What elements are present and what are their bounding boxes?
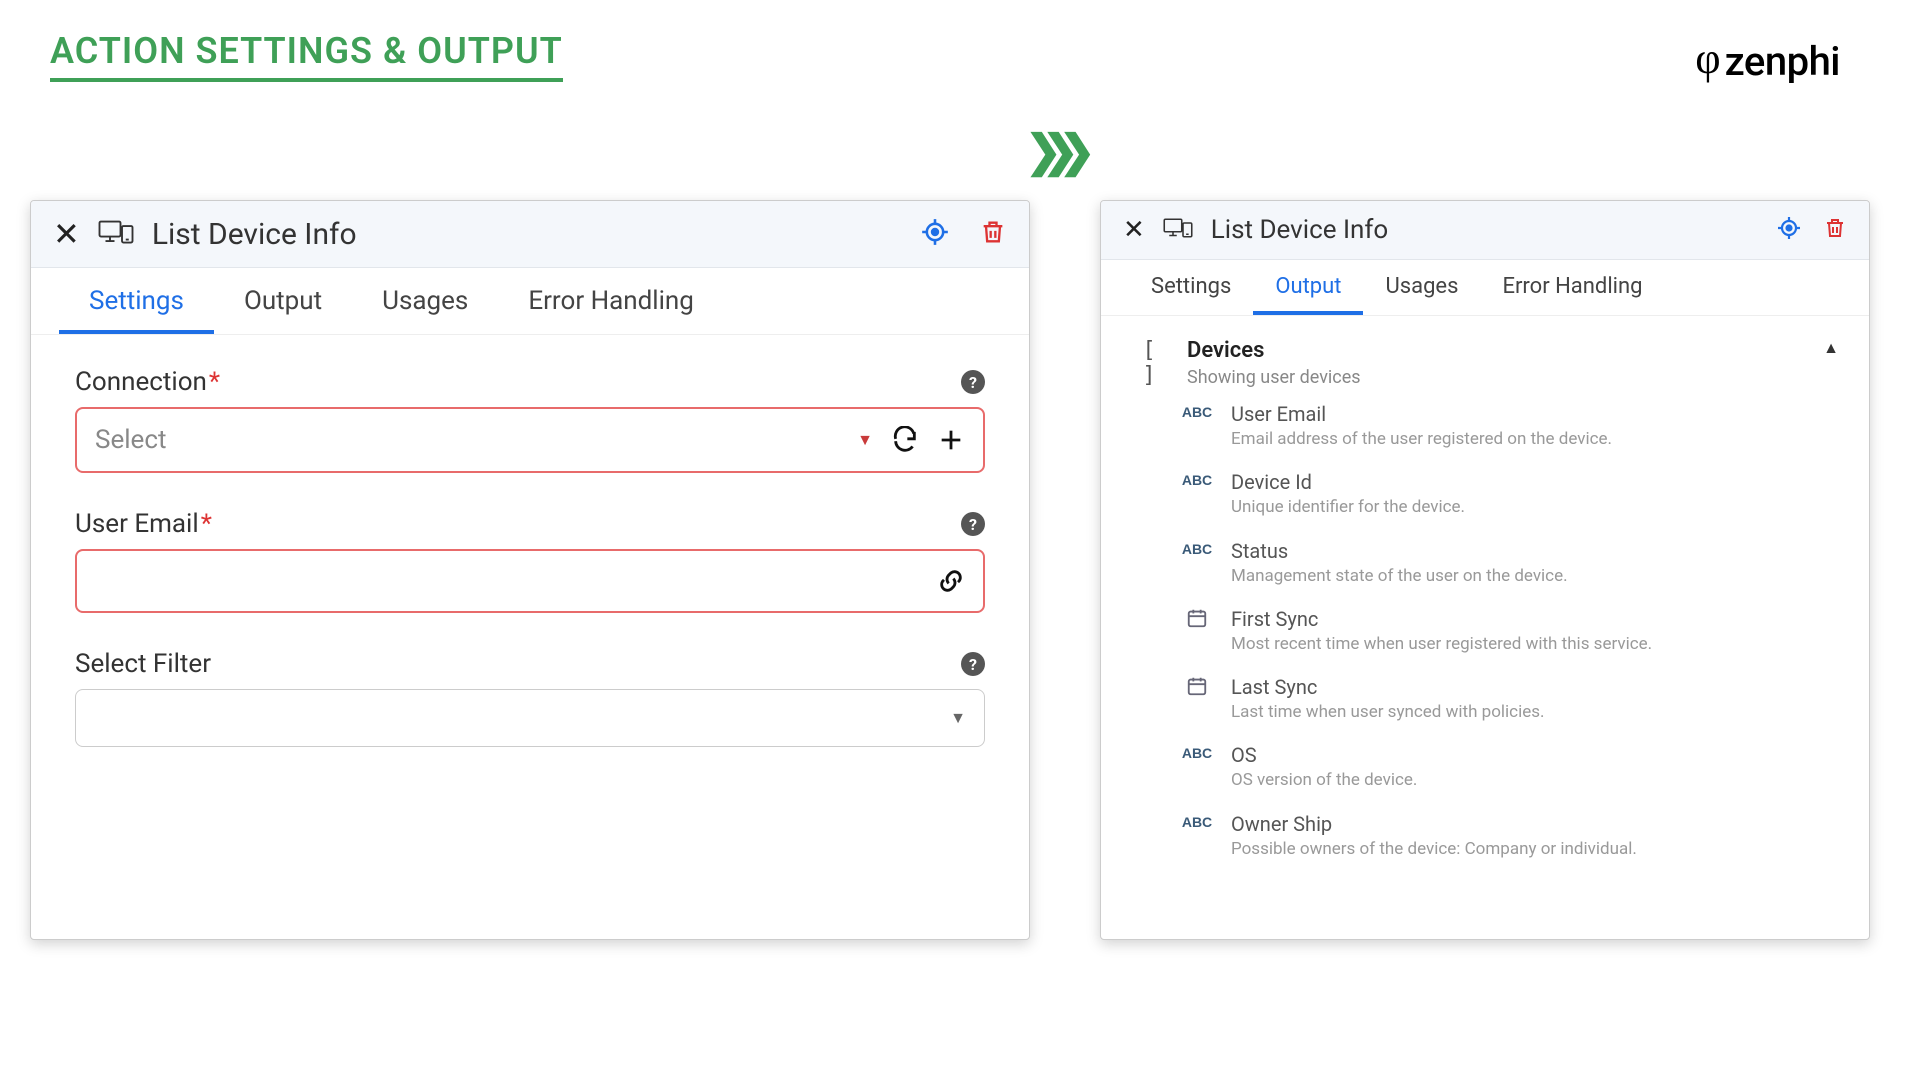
- delete-icon[interactable]: [1823, 216, 1847, 244]
- help-icon[interactable]: ?: [961, 370, 985, 394]
- tab-usages[interactable]: Usages: [352, 268, 498, 334]
- array-type-icon: [ ]: [1131, 338, 1169, 388]
- tab-usages[interactable]: Usages: [1363, 260, 1480, 315]
- output-item[interactable]: ABC User Email Email address of the user r…: [1175, 392, 1845, 460]
- devices-icon: [1163, 216, 1193, 244]
- tab-output[interactable]: Output: [1253, 260, 1363, 315]
- type-text-icon: ABC: [1181, 470, 1213, 488]
- tab-settings[interactable]: Settings: [1129, 260, 1253, 315]
- locate-icon[interactable]: [921, 218, 949, 250]
- brand-symbol: φ: [1695, 46, 1720, 72]
- close-icon[interactable]: ✕: [1123, 215, 1145, 245]
- connection-placeholder: Select: [95, 425, 839, 455]
- chevron-down-icon[interactable]: ▼: [857, 430, 873, 450]
- output-item[interactable]: First Sync Most recent time when user reg…: [1175, 597, 1845, 665]
- arrow-separator-icon: ❯❯❯: [1025, 125, 1076, 177]
- panel-header: ✕ List Device Info: [31, 201, 1029, 268]
- output-section-header[interactable]: [ ] Devices Showing user devices ▲: [1125, 330, 1845, 392]
- output-item-title: User Email: [1231, 402, 1839, 426]
- calendar-icon: [1181, 607, 1213, 633]
- output-section-title: Devices: [1187, 338, 1805, 363]
- delete-icon[interactable]: [979, 218, 1007, 250]
- locate-icon[interactable]: [1777, 216, 1801, 244]
- output-item-title: Status: [1231, 539, 1839, 563]
- output-item-title: First Sync: [1231, 607, 1839, 631]
- link-icon[interactable]: [937, 567, 965, 595]
- panel-header: ✕ List Device Info: [1101, 201, 1869, 260]
- output-item[interactable]: ABC Device Id Unique identifier for the de…: [1175, 460, 1845, 528]
- panel-title: List Device Info: [152, 217, 903, 252]
- settings-panel: ✕ List Device Info: [30, 200, 1030, 940]
- output-item-title: Owner Ship: [1231, 812, 1839, 836]
- select-filter-label: Select Filter: [75, 649, 211, 679]
- user-email-label: User Email*: [75, 509, 212, 539]
- tab-error-handling[interactable]: Error Handling: [1480, 260, 1664, 315]
- tab-output[interactable]: Output: [214, 268, 352, 334]
- output-item[interactable]: ABC Status Management state of the user on…: [1175, 529, 1845, 597]
- output-panel: ✕ List Device Info: [1100, 200, 1870, 940]
- output-item-description: Possible owners of the device: Company o…: [1231, 839, 1839, 860]
- user-email-field: User Email* ?: [75, 509, 985, 613]
- close-icon[interactable]: ✕: [53, 215, 80, 253]
- select-filter-field: Select Filter ? ▼: [75, 649, 985, 747]
- output-item-description: Most recent time when user registered wi…: [1231, 634, 1839, 655]
- brand-name: zenphi: [1725, 38, 1840, 85]
- output-item-description: Management state of the user on the devi…: [1231, 566, 1839, 587]
- type-text-icon: ABC: [1181, 402, 1213, 420]
- tabs: Settings Output Usages Error Handling: [31, 268, 1029, 335]
- calendar-icon: [1181, 675, 1213, 701]
- output-item-title: OS: [1231, 743, 1839, 767]
- tab-settings[interactable]: Settings: [59, 268, 214, 334]
- brand-logo: φ zenphi: [1695, 38, 1840, 85]
- output-item-title: Device Id: [1231, 470, 1839, 494]
- connection-select[interactable]: Select ▼: [75, 407, 985, 473]
- output-item-description: OS version of the device.: [1231, 770, 1839, 791]
- output-item[interactable]: ABC Owner Ship Possible owners of the devi…: [1175, 802, 1845, 870]
- refresh-icon[interactable]: [891, 426, 919, 454]
- tabs: Settings Output Usages Error Handling: [1101, 260, 1869, 316]
- help-icon[interactable]: ?: [961, 512, 985, 536]
- select-filter-input[interactable]: ▼: [75, 689, 985, 747]
- output-item-description: Last time when user synced with policies…: [1231, 702, 1839, 723]
- tab-error-handling[interactable]: Error Handling: [498, 268, 724, 334]
- output-item[interactable]: ABC OS OS version of the device.: [1175, 733, 1845, 801]
- add-icon[interactable]: [937, 426, 965, 454]
- page-title: ACTION SETTINGS & OUTPUT: [50, 30, 563, 82]
- type-text-icon: ABC: [1181, 539, 1213, 557]
- chevron-down-icon[interactable]: ▼: [950, 708, 966, 728]
- output-item-description: Email address of the user registered on …: [1231, 429, 1839, 450]
- type-text-icon: ABC: [1181, 812, 1213, 830]
- connection-field: Connection* ? Select ▼: [75, 367, 985, 473]
- output-item[interactable]: Last Sync Last time when user synced with…: [1175, 665, 1845, 733]
- output-item-description: Unique identifier for the device.: [1231, 497, 1839, 518]
- connection-label: Connection*: [75, 367, 220, 397]
- collapse-icon[interactable]: ▲: [1823, 338, 1839, 358]
- type-text-icon: ABC: [1181, 743, 1213, 761]
- output-section-subtitle: Showing user devices: [1187, 367, 1805, 388]
- panel-title: List Device Info: [1211, 215, 1759, 245]
- devices-icon: [98, 218, 134, 250]
- help-icon[interactable]: ?: [961, 652, 985, 676]
- user-email-input[interactable]: [75, 549, 985, 613]
- output-item-title: Last Sync: [1231, 675, 1839, 699]
